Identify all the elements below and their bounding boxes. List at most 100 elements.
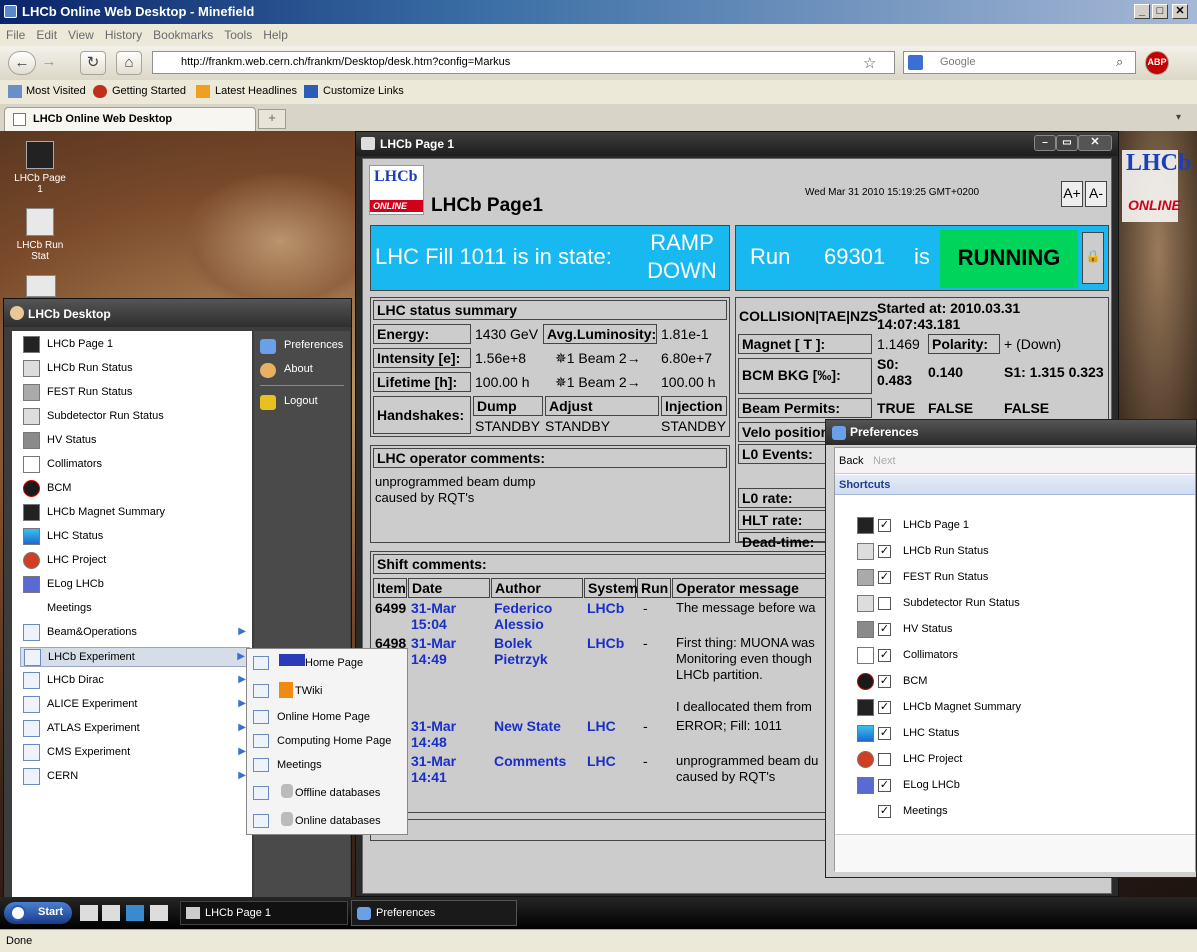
pref-lhc-project[interactable]: LHC Project: [857, 750, 962, 770]
menu-item-subdetector-run-status[interactable]: Subdetector Run Status: [20, 407, 250, 427]
menu-item-atlas-experiment[interactable]: ATLAS Experiment ▶: [20, 719, 250, 739]
pref-collimators[interactable]: ✓ Collimators: [857, 646, 958, 666]
desktop-icon-lhcb-page1[interactable]: LHCb Page 1: [10, 141, 70, 195]
forward-icon[interactable]: →: [36, 51, 62, 75]
menu-help[interactable]: Help: [257, 24, 293, 42]
pref-elog-lhcb[interactable]: ✓ ELog LHCb: [857, 776, 960, 796]
pref-subdetector-run-status[interactable]: Subdetector Run Status: [857, 594, 1020, 614]
menu-item-lhcb-magnet-summary[interactable]: LHCb Magnet Summary: [20, 503, 250, 523]
submenu-offline-databases[interactable]: Offline databases: [251, 781, 405, 805]
menu-history[interactable]: History: [99, 24, 147, 42]
submenu-computing-home-page[interactable]: Computing Home Page: [251, 729, 405, 753]
pref-lhc-status[interactable]: ✓ LHC Status: [857, 724, 959, 744]
checkbox-checked-icon[interactable]: ✓: [878, 727, 891, 740]
menu-bookmarks[interactable]: Bookmarks: [147, 24, 218, 42]
pref-hv-status[interactable]: ✓ HV Status: [857, 620, 953, 640]
task-lhcb-page1[interactable]: LHCb Page 1: [180, 901, 348, 925]
checkbox-checked-icon[interactable]: ✓: [878, 623, 891, 636]
menu-item-lhcb-dirac[interactable]: LHCb Dirac ▶: [20, 671, 250, 691]
reload-icon[interactable]: ↻: [80, 51, 106, 75]
lhcb-page1-titlebar[interactable]: LHCb Page 1 – ▭ ✕: [356, 132, 1118, 156]
quicklaunch-run-status-icon[interactable]: [102, 905, 120, 921]
pref-bcm[interactable]: ✓ BCM: [857, 672, 927, 692]
quicklaunch-window-icon[interactable]: [150, 905, 168, 921]
bookmark-star-icon[interactable]: ☆: [863, 54, 876, 72]
quicklaunch-lhc-status-icon[interactable]: [126, 905, 144, 921]
minimize-button[interactable]: _: [1134, 4, 1150, 19]
submenu-home-page[interactable]: Home Page: [251, 651, 405, 675]
menu-item-lhcb-page1[interactable]: LHCb Page 1: [20, 335, 250, 355]
bookmark-latest-headlines[interactable]: Latest Headlines: [215, 85, 297, 97]
checkbox-unchecked-icon[interactable]: [878, 753, 891, 766]
close-button[interactable]: ✕: [1172, 4, 1188, 19]
bookmark-customize-links[interactable]: Customize Links: [323, 85, 404, 97]
menu-item-lhc-project[interactable]: LHC Project: [20, 551, 250, 571]
menu-file[interactable]: File: [0, 24, 30, 42]
checkbox-checked-icon[interactable]: ✓: [878, 519, 891, 532]
lhcb-desktop-titlebar[interactable]: LHCb Desktop: [4, 299, 351, 327]
minimize-button[interactable]: –: [1034, 135, 1056, 151]
pref-meetings[interactable]: ✓ Meetings: [857, 802, 948, 822]
bookmark-most-visited[interactable]: Most Visited: [26, 85, 86, 97]
bookmark-getting-started[interactable]: Getting Started: [112, 85, 186, 97]
submenu-twiki[interactable]: TWiki: [251, 679, 405, 703]
menu-item-meetings[interactable]: Meetings: [20, 599, 250, 619]
font-increase-button[interactable]: A+: [1061, 181, 1083, 207]
checkbox-checked-icon[interactable]: ✓: [878, 545, 891, 558]
task-preferences[interactable]: Preferences: [351, 900, 517, 926]
pref-lhcb-page1[interactable]: ✓ LHCb Page 1: [857, 516, 969, 536]
home-icon[interactable]: ⌂: [116, 51, 142, 75]
search-input[interactable]: Google ⌕: [903, 51, 1136, 74]
menu-about[interactable]: About: [260, 363, 313, 378]
submenu-meetings[interactable]: Meetings: [251, 753, 405, 777]
menu-edit[interactable]: Edit: [30, 24, 62, 42]
back-icon[interactable]: ←: [8, 51, 36, 75]
close-button[interactable]: ✕: [1078, 135, 1112, 151]
menu-item-lhcb-experiment[interactable]: LHCb Experiment ▶: [20, 647, 250, 667]
checkbox-checked-icon[interactable]: ✓: [878, 779, 891, 792]
checkbox-checked-icon[interactable]: ✓: [878, 701, 891, 714]
maximize-button[interactable]: □: [1152, 4, 1168, 19]
maximize-button[interactable]: ▭: [1056, 135, 1078, 151]
font-decrease-button[interactable]: A-: [1085, 181, 1107, 207]
pref-lhcb-run-status[interactable]: ✓ LHCb Run Status: [857, 542, 989, 562]
menu-item-hv-status[interactable]: HV Status: [20, 431, 250, 451]
adblock-icon[interactable]: ABP: [1145, 51, 1169, 75]
menu-item-lhcb-run-status[interactable]: LHCb Run Status: [20, 359, 250, 379]
menu-view[interactable]: View: [62, 24, 99, 42]
menu-item-beam-operations[interactable]: Beam&Operations ▶: [20, 623, 250, 643]
menu-item-alice-experiment[interactable]: ALICE Experiment ▶: [20, 695, 250, 715]
tab-list-chevron-icon[interactable]: ▾: [1176, 112, 1181, 123]
desktop-icon-lhcb-run-status[interactable]: LHCb Run Stat: [10, 208, 70, 262]
checkbox-checked-icon[interactable]: ✓: [878, 675, 891, 688]
menu-item-elog-lhcb[interactable]: ELog LHCb: [20, 575, 250, 595]
back-button[interactable]: Back: [839, 455, 863, 467]
checkbox-checked-icon[interactable]: ✓: [878, 805, 891, 818]
lock-icon[interactable]: 🔒: [1082, 232, 1104, 284]
fest-desktop-icon[interactable]: [26, 275, 56, 297]
search-icon[interactable]: ⌕: [1116, 54, 1123, 70]
url-input[interactable]: http://frankm.web.cern.ch/frankm/Desktop…: [152, 51, 895, 74]
menu-logout[interactable]: Logout: [260, 395, 318, 410]
menu-item-collimators[interactable]: Collimators: [20, 455, 250, 475]
checkbox-unchecked-icon[interactable]: [878, 597, 891, 610]
menu-tools[interactable]: Tools: [218, 24, 257, 42]
next-button[interactable]: Next: [873, 455, 896, 467]
pref-fest-run-status[interactable]: ✓ FEST Run Status: [857, 568, 988, 588]
preferences-titlebar[interactable]: Preferences: [826, 420, 1196, 445]
submenu-online-databases[interactable]: Online databases: [251, 809, 405, 833]
menu-preferences[interactable]: Preferences: [260, 339, 343, 354]
menu-item-cern[interactable]: CERN ▶: [20, 767, 250, 787]
start-button[interactable]: Start: [4, 902, 72, 924]
pref-lhcb-magnet-summary[interactable]: ✓ LHCb Magnet Summary: [857, 698, 1021, 718]
submenu-online-home-page[interactable]: Online Home Page: [251, 705, 405, 729]
menu-item-lhc-status[interactable]: LHC Status: [20, 527, 250, 547]
menu-item-fest-run-status[interactable]: FEST Run Status: [20, 383, 250, 403]
quicklaunch-binoculars-icon[interactable]: [80, 905, 98, 921]
menu-item-cms-experiment[interactable]: CMS Experiment ▶: [20, 743, 250, 763]
tab-lhcb-desktop[interactable]: LHCb Online Web Desktop: [4, 107, 256, 131]
menu-item-bcm[interactable]: BCM: [20, 479, 250, 499]
new-tab-button[interactable]: +: [258, 109, 286, 129]
checkbox-checked-icon[interactable]: ✓: [878, 649, 891, 662]
checkbox-checked-icon[interactable]: ✓: [878, 571, 891, 584]
